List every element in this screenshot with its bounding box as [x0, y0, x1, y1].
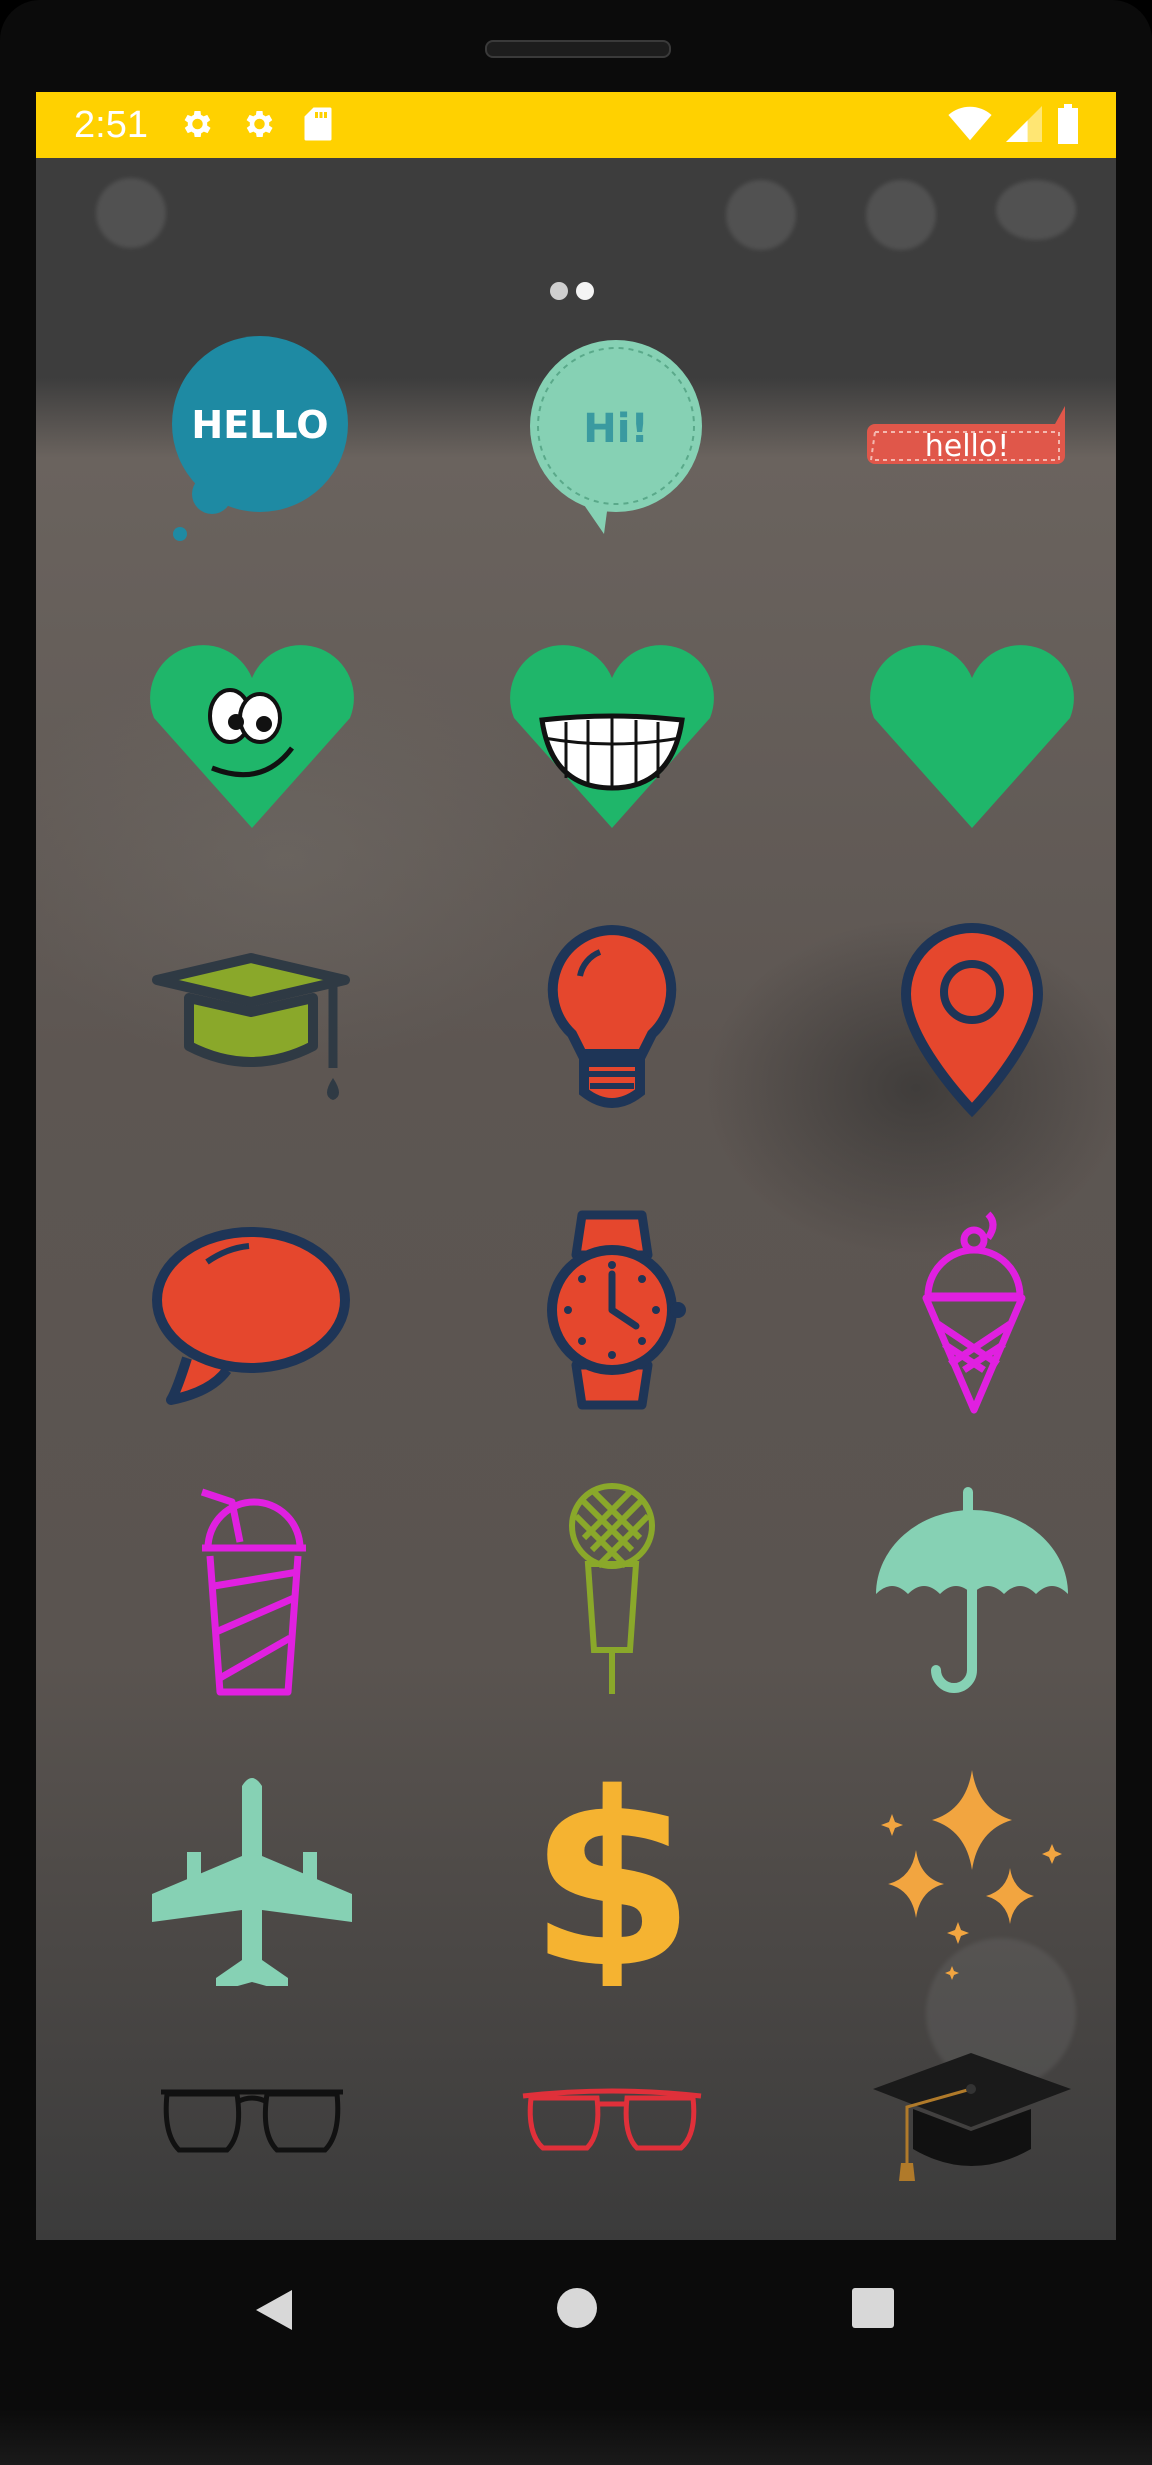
- blurred-close-icon: [96, 178, 166, 248]
- wifi-icon: [948, 106, 992, 147]
- hi-text: Hi!: [583, 406, 648, 452]
- hello-label-text: hello!: [925, 429, 1010, 464]
- mortarboard-sticker[interactable]: [862, 2030, 1082, 2190]
- light-bulb-sticker[interactable]: [502, 910, 722, 1130]
- hi-bubble-sticker[interactable]: Hi!: [502, 334, 722, 554]
- hello-label-sticker[interactable]: hello!: [862, 334, 1082, 554]
- map-pin-sticker[interactable]: [862, 910, 1082, 1130]
- microphone-sticker[interactable]: [502, 1482, 722, 1702]
- wristwatch-sticker[interactable]: [502, 1200, 722, 1420]
- hello-bubble-sticker[interactable]: HELLO: [142, 334, 362, 554]
- blurred-sticker-icon: [726, 180, 796, 250]
- settings-icon: [240, 106, 276, 147]
- black-glasses-sticker[interactable]: [142, 2064, 362, 2184]
- heart-sticker[interactable]: [862, 628, 1082, 848]
- status-bar: 2:51: [36, 92, 1116, 158]
- airplane-sticker[interactable]: [142, 1766, 362, 1986]
- device-frame: 2:51 HELLO Hi! hello! $: [0, 0, 1152, 2465]
- sd-card-icon: [302, 106, 334, 147]
- settings-icon: [178, 106, 214, 147]
- recents-icon[interactable]: [851, 2287, 895, 2334]
- blurred-pencil-icon: [866, 180, 936, 250]
- sparkles-sticker[interactable]: [862, 1766, 1082, 1986]
- ice-cream-cone-sticker[interactable]: [862, 1200, 1082, 1420]
- dollar-sign-sticker[interactable]: $: [502, 1766, 722, 1986]
- home-icon[interactable]: [555, 2286, 599, 2335]
- status-time: 2:51: [74, 104, 148, 146]
- umbrella-sticker[interactable]: [862, 1482, 1082, 1702]
- red-glasses-sticker[interactable]: [502, 2064, 722, 2184]
- dollar-sign-text: $: [529, 1766, 696, 1986]
- status-icons-right: [948, 104, 1080, 149]
- heart-cartoon-eyes-sticker[interactable]: [142, 628, 362, 848]
- earpiece-speaker: [485, 40, 671, 58]
- page-dot-active[interactable]: [576, 282, 594, 300]
- sticker-picker: HELLO Hi! hello! $: [36, 158, 1116, 2240]
- device-chin: [0, 2410, 1152, 2465]
- battery-icon: [1056, 104, 1080, 149]
- screen: 2:51 HELLO Hi! hello! $: [36, 92, 1116, 2240]
- drink-cup-sticker[interactable]: [142, 1482, 362, 1702]
- speech-bubble-sticker[interactable]: [142, 1200, 362, 1420]
- page-indicator: [550, 282, 594, 300]
- navigation-bar: [0, 2240, 1152, 2370]
- hello-text: HELLO: [191, 403, 328, 447]
- blurred-text-icon: [996, 180, 1076, 240]
- graduation-cap-sticker[interactable]: [142, 910, 362, 1130]
- page-dot[interactable]: [550, 282, 568, 300]
- back-icon[interactable]: [252, 2286, 296, 2339]
- signal-icon: [1006, 106, 1042, 147]
- heart-grin-sticker[interactable]: [502, 628, 722, 848]
- status-icons-left: [178, 106, 334, 147]
